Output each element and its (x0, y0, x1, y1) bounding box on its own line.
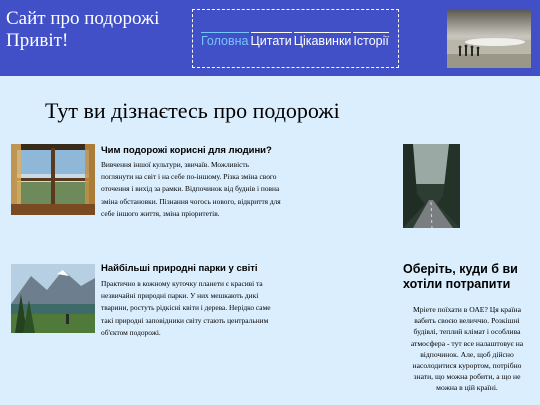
site-title: Сайт про подорожі Привіт! (6, 8, 160, 51)
aside-title: Оберіть, куди б ви хотіли потрапити (403, 262, 518, 291)
main-nav: Головна Цитати Цікавинки Історії (192, 9, 399, 68)
nav-curiosities-link[interactable]: Цікавинки (293, 32, 352, 48)
article-title: Чим подорожі корисні для людини? (101, 145, 272, 156)
nav-quotes-link[interactable]: Цитати (250, 32, 292, 48)
article-text: Вивчення іншої культури, звичаїв. Можлив… (101, 160, 281, 218)
nav-home-link[interactable]: Головна (201, 32, 249, 48)
beach-photo (447, 10, 531, 68)
nav-stories-link[interactable]: Історії (353, 32, 389, 48)
aside-text: Мріете поїхати в ОАЕ? Ця країна вабить с… (410, 305, 524, 393)
site-header: Сайт про подорожі Привіт! Головна Цитати… (0, 0, 540, 76)
forest-road-photo (403, 144, 460, 228)
article-text: Практично в кожному куточку планети є кр… (101, 279, 271, 337)
window-view-photo (11, 144, 95, 215)
mountain-lake-photo (11, 264, 95, 333)
page-heading: Тут ви дізнаєтесь про подорожі (45, 98, 340, 123)
article-title: Найбільші природні парки у світі (101, 263, 258, 274)
